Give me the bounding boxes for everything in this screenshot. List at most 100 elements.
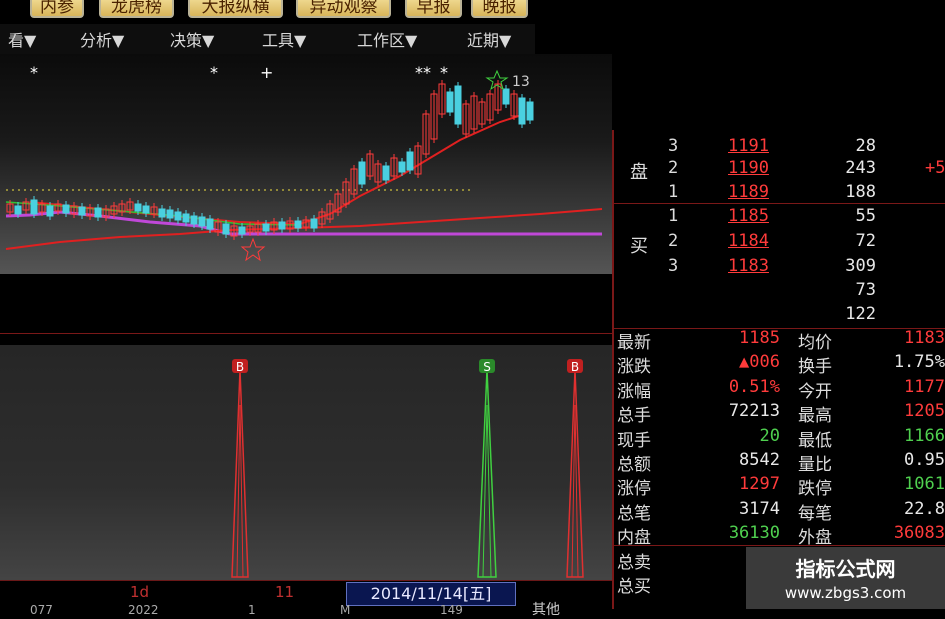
candle-body xyxy=(142,205,150,214)
orderbook-volume: 72 xyxy=(855,231,876,251)
quote-label: 换手 xyxy=(798,357,832,378)
axis-label: 11 xyxy=(275,583,295,601)
kline-chart-canvas: 13 * * + ** * xyxy=(5,63,603,262)
menu-view[interactable]: 看▼ xyxy=(8,27,36,51)
quote-value: 20 xyxy=(759,425,780,446)
watermark-url: www.zbgs3.com xyxy=(784,584,907,602)
menu-recent[interactable]: 近期▼ xyxy=(467,27,511,51)
buy-signal-label: B xyxy=(236,360,244,374)
orderbook-level: 3 xyxy=(668,136,679,156)
quote-value: 1205 xyxy=(904,401,945,422)
top-marker: * xyxy=(30,63,38,82)
kline-chart[interactable]: 13 * * + ** * xyxy=(0,54,612,274)
divider xyxy=(0,333,612,334)
quote-label: 总卖 xyxy=(617,552,651,573)
date-axis-bar: 1d 11 2014/11/14[五] 077 2022 1 M 149 其他 xyxy=(0,580,612,618)
buy-spike xyxy=(231,369,249,578)
orderbook-price: 1189 xyxy=(728,182,769,202)
top-marker: ** xyxy=(415,63,431,82)
quote-value: 1185 xyxy=(739,328,780,348)
candle-body xyxy=(310,218,318,229)
toolbar-button-yidong[interactable]: 异动观察 xyxy=(296,0,391,18)
menu-workspace[interactable]: 工作区▼ xyxy=(357,27,417,51)
quote-label: 涨停 xyxy=(617,479,651,500)
toolbar-button-wanbao[interactable]: 晚报 xyxy=(471,0,528,18)
orderbook-level: 1 xyxy=(668,206,679,226)
quote-value: 1061 xyxy=(904,474,945,495)
candle-body xyxy=(358,161,366,185)
quote-label: 跌停 xyxy=(798,479,832,500)
quote-label: 总买 xyxy=(617,577,651,597)
quote-value: 1183 xyxy=(904,328,945,348)
quote-divider xyxy=(612,545,945,546)
orderbook-volume: 55 xyxy=(855,206,876,226)
orderbook-divider xyxy=(612,203,945,204)
candle-body xyxy=(94,207,102,218)
quote-value: 36083 xyxy=(893,523,945,544)
candle-body xyxy=(222,223,230,235)
candle-body xyxy=(294,220,302,229)
menu-tools[interactable]: 工具▼ xyxy=(262,27,306,51)
quote-label: 总额 xyxy=(617,455,651,475)
orderbook-level: 2 xyxy=(668,158,679,178)
candle-body xyxy=(518,97,526,125)
toolbar-button-neican[interactable]: 内参 xyxy=(30,0,84,18)
toolbar-button-dabao[interactable]: 大报纵横 xyxy=(188,0,283,18)
current-date-label: 2014/11/14[五] xyxy=(346,582,516,606)
quote-value: 3174 xyxy=(739,498,780,519)
chart-annotation: 13 xyxy=(512,74,530,90)
buy-signal-label: B xyxy=(571,360,579,374)
orderbook-change: +5 xyxy=(925,158,945,178)
quote-label: 涨跌 xyxy=(617,357,651,378)
candle-body xyxy=(206,218,214,230)
quote-label: 外盘 xyxy=(798,528,832,549)
candle-body xyxy=(30,199,38,215)
quote-value: 36130 xyxy=(728,523,780,544)
orderbook-volume: 309 xyxy=(845,256,876,276)
top-marker: + xyxy=(260,63,273,82)
candle-body xyxy=(62,204,70,214)
candle-body xyxy=(278,221,286,230)
sell-spike xyxy=(477,369,497,578)
orderbook-volume: 28 xyxy=(855,136,876,156)
toolbar-button-zaobao[interactable]: 早报 xyxy=(405,0,462,18)
candle-body xyxy=(134,203,142,212)
quote-value: 1297 xyxy=(739,474,780,495)
orderbook-price: 1183 xyxy=(728,256,769,276)
buy-side-label: 买 xyxy=(630,236,648,257)
candle-body xyxy=(502,88,510,105)
quote-value: 1.75% xyxy=(893,352,945,373)
short-ma-line xyxy=(29,113,526,226)
quote-label: 总笔 xyxy=(617,503,651,524)
quote-value: 1166 xyxy=(904,425,945,446)
top-marker: * xyxy=(210,63,218,82)
candle-body xyxy=(174,211,182,221)
toolbar-button-longhubang[interactable]: 龙虎榜 xyxy=(99,0,174,18)
status-text: 2022 xyxy=(128,603,159,617)
orderbook-level: 3 xyxy=(668,256,679,276)
candle-body xyxy=(526,101,534,121)
menu-analysis[interactable]: 分析▼ xyxy=(80,27,124,51)
status-text: 其他 xyxy=(532,602,560,618)
status-text: M xyxy=(340,603,351,617)
top-marker: * xyxy=(440,63,448,82)
star-marker xyxy=(485,69,509,91)
candle-body xyxy=(78,206,86,216)
quote-value: ▲006 xyxy=(739,352,780,373)
menu-decision[interactable]: 决策▼ xyxy=(170,27,214,51)
quote-value: 0.51% xyxy=(728,376,780,397)
sell-signal-label: S xyxy=(483,360,491,374)
orderbook-volume: 73 xyxy=(855,280,876,300)
indicator-panel[interactable]: B S B xyxy=(0,345,612,580)
chart-blank-area xyxy=(0,274,612,345)
candle-body xyxy=(382,165,390,181)
sell-side-label: 盘 xyxy=(630,162,648,183)
indicator-canvas: B S B xyxy=(231,359,584,578)
candle-body xyxy=(262,223,270,232)
quote-label: 现手 xyxy=(617,430,651,451)
panel-divider xyxy=(612,130,614,609)
quote-label: 涨幅 xyxy=(617,381,651,402)
quote-label: 总手 xyxy=(617,406,651,427)
candle-body xyxy=(182,213,190,223)
candle-body xyxy=(454,85,462,125)
